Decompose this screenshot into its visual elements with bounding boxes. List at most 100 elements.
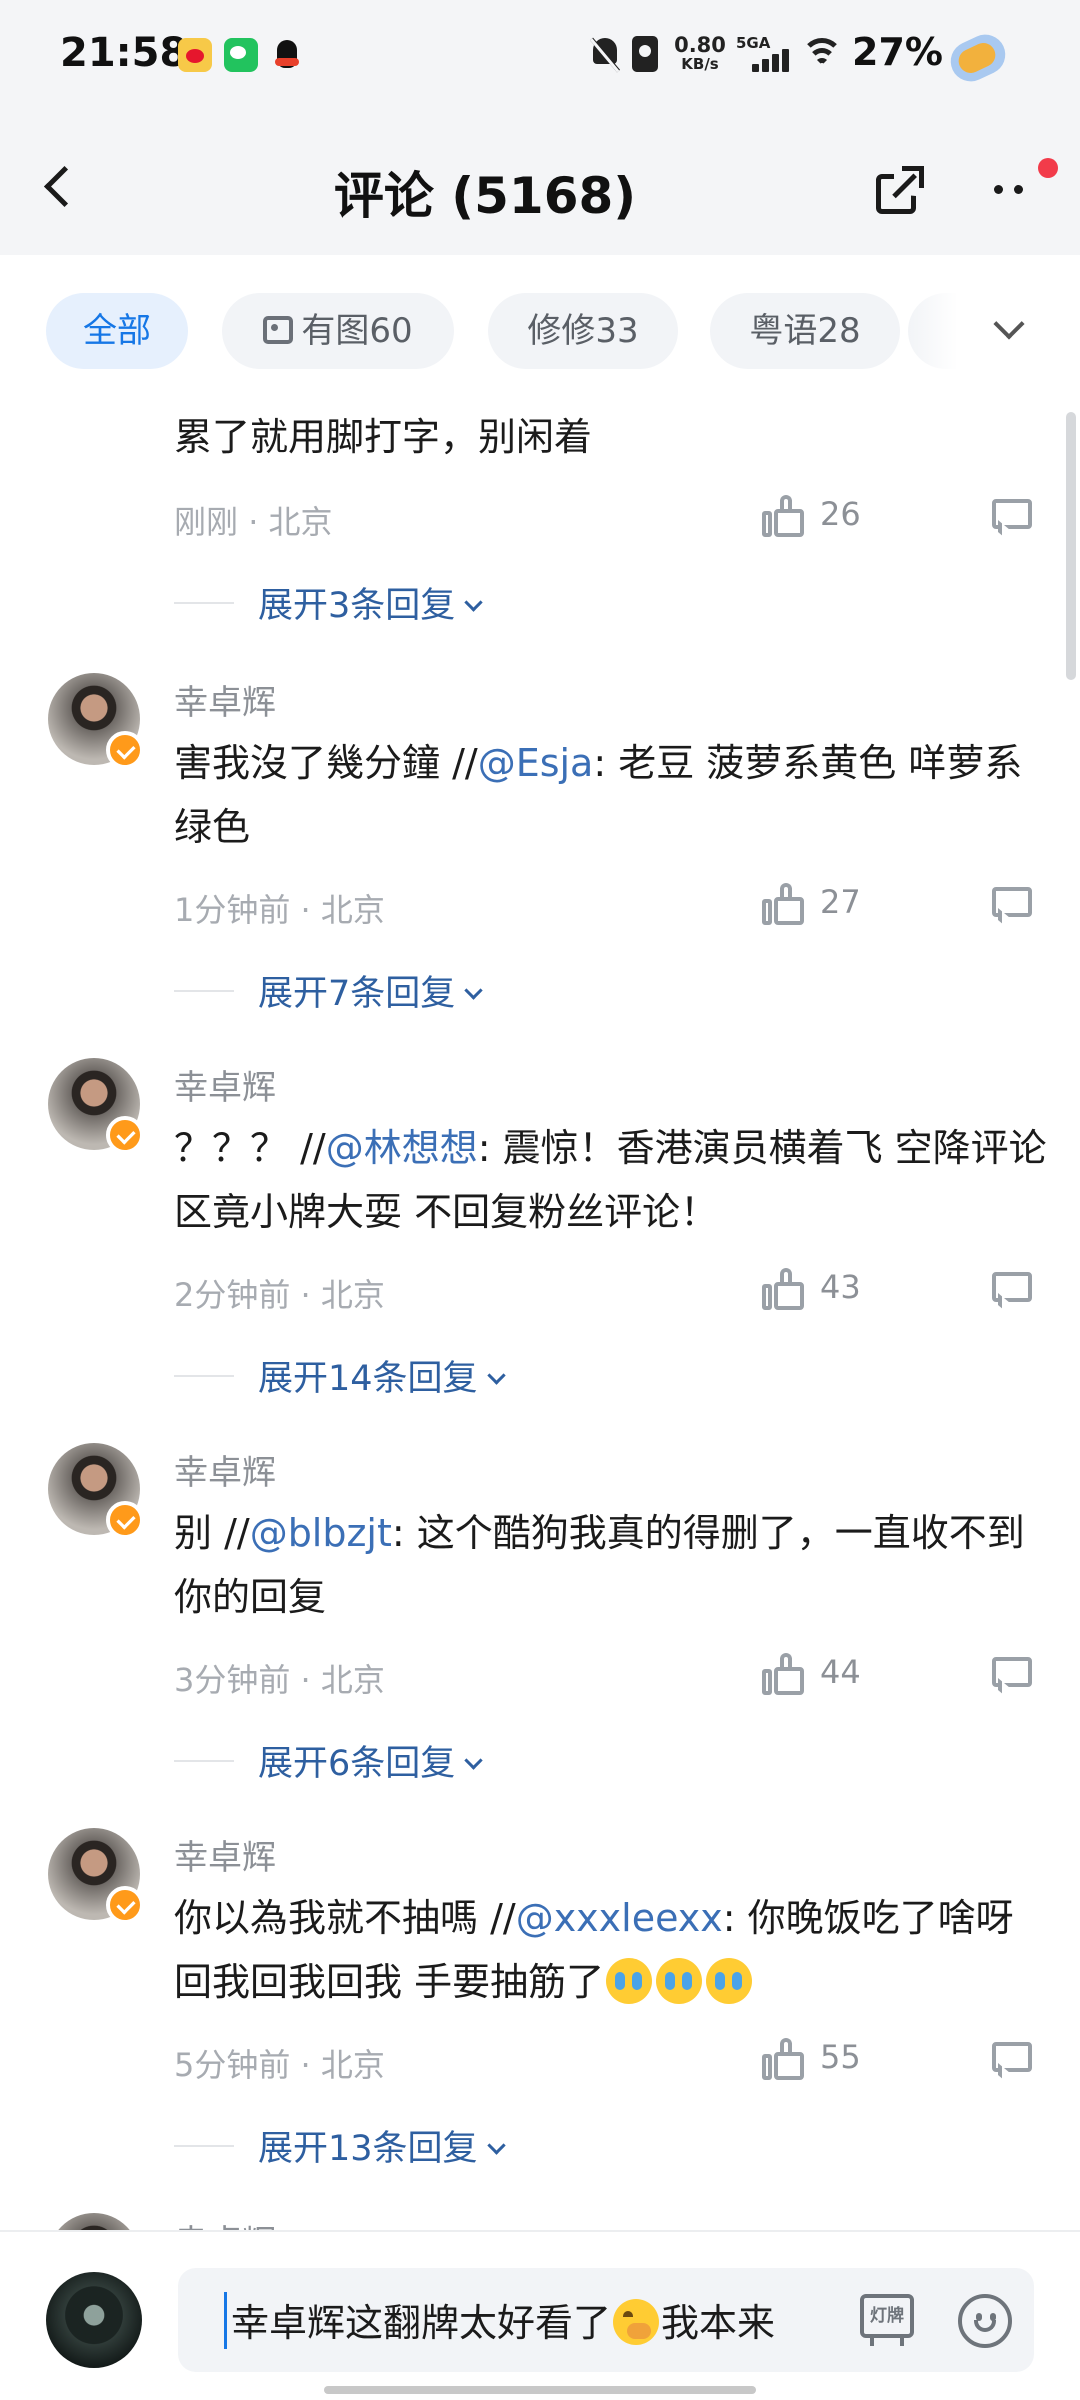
comment-text: 累了就用脚打字，别闲着 (174, 415, 593, 459)
emoji-button[interactable] (958, 2294, 1012, 2348)
verified-badge-icon (106, 1501, 144, 1539)
crying-emoji-icon (606, 1957, 653, 2004)
chevron-down-icon (486, 2136, 506, 2155)
comment-author[interactable]: 幸卓辉 (174, 2215, 276, 2230)
like-button[interactable]: 26 (762, 491, 902, 541)
net-speed: 0.80 KB/s (670, 34, 730, 72)
divider (174, 1760, 234, 1762)
thumbs-up-icon (762, 495, 804, 537)
filter-expand-button[interactable] (978, 305, 1038, 355)
comment-draft-text: 幸卓辉这翻牌太好看了 我本来 (224, 2292, 775, 2349)
thumbs-up-icon (762, 1653, 804, 1695)
comment-text: 你以為我就不抽嗎 //@xxxleexx: 你晚饭吃了啥呀 回我回我回我 手要抽… (174, 1896, 1014, 2004)
wechat-icon (224, 38, 258, 72)
reply-button[interactable] (990, 1268, 1036, 1316)
header: 评论 (5168) (0, 120, 1080, 255)
reply-button[interactable] (990, 1653, 1036, 1701)
thumbs-up-icon (762, 883, 804, 925)
comment-meta: 1分钟前 · 北京 (174, 891, 385, 929)
chevron-down-icon (464, 981, 483, 1000)
expand-replies-button[interactable]: 展开14条回复 (258, 1350, 506, 1401)
lamp-sign-icon: 灯牌 (860, 2294, 914, 2338)
comment-meta: 5分钟前 · 北京 (174, 2046, 385, 2084)
expand-replies-button[interactable]: 展开6条回复 (258, 1735, 483, 1786)
reply-button[interactable] (990, 883, 1036, 931)
divider (174, 602, 234, 604)
net-speed-value: 0.80 (674, 33, 726, 57)
verified-badge-icon (106, 731, 144, 769)
reply-button[interactable] (990, 495, 1036, 543)
weibo-icon (178, 38, 212, 72)
comment-text: 害我沒了幾分鐘 //@Esja: 老豆 菠萝系黄色 咩萝系绿色 (174, 741, 1023, 849)
status-bar: 21:58 0.80 KB/s 5GA 27% (0, 0, 1080, 120)
page-title: 评论 (5168) (333, 167, 637, 225)
comment-meta: 刚刚 · 北京 (174, 503, 333, 541)
expand-replies-button[interactable]: 展开13条回复 (258, 2120, 506, 2171)
comment-input[interactable]: 幸卓辉这翻牌太好看了 我本来 灯牌 (178, 2268, 1034, 2372)
mention-link[interactable]: @xxxleexx (516, 1896, 723, 1940)
share-button[interactable] (868, 160, 928, 220)
signal-icon: 5GA (736, 34, 796, 76)
home-indicator[interactable] (324, 2386, 756, 2394)
battery-sticker-icon (944, 26, 1012, 88)
battery-level: 27% (852, 30, 943, 74)
chevron-down-icon (464, 593, 483, 612)
status-time: 21:58 (60, 30, 188, 76)
avatar[interactable] (48, 673, 144, 769)
filter-overflow-chip[interactable] (908, 293, 958, 369)
sim-card-icon (632, 36, 658, 72)
comment-author[interactable]: 幸卓辉 (174, 1060, 276, 1109)
filter-cantonese[interactable]: 粤语28 (710, 293, 900, 369)
scrollbar[interactable] (1066, 412, 1076, 680)
lamp-sign-button[interactable]: 灯牌 (860, 2294, 914, 2346)
chevron-down-icon (464, 1751, 483, 1770)
net-speed-unit: KB/s (681, 55, 719, 73)
like-count: 43 (820, 1268, 861, 1306)
notification-dot (1038, 158, 1058, 178)
mute-icon (588, 36, 622, 73)
avatar[interactable] (48, 1828, 144, 1924)
divider (174, 1375, 234, 1377)
thumbs-up-icon (762, 1268, 804, 1310)
network-type: 5GA (736, 34, 771, 52)
filter-all[interactable]: 全部 (46, 293, 188, 369)
like-count: 26 (820, 495, 861, 533)
like-button[interactable]: 44 (762, 1649, 902, 1699)
more-button[interactable] (990, 158, 1058, 218)
avatar[interactable] (48, 1058, 144, 1154)
comment-author[interactable]: 幸卓辉 (174, 1445, 276, 1494)
divider (174, 2145, 234, 2147)
verified-badge-icon (106, 1886, 144, 1924)
thumbs-up-icon (762, 2038, 804, 2080)
comment-meta: 2分钟前 · 北京 (174, 1276, 385, 1314)
like-button[interactable]: 55 (762, 2034, 902, 2084)
wifi-icon (800, 38, 844, 74)
divider (174, 990, 234, 992)
my-avatar[interactable] (46, 2272, 142, 2368)
comment-composer: 幸卓辉这翻牌太好看了 我本来 灯牌 (0, 2230, 1080, 2400)
expand-replies-button[interactable]: 展开3条回复 (258, 577, 483, 628)
comment-author[interactable]: 幸卓辉 (174, 675, 276, 724)
comment-text: ？？？ //@林想想: 震惊！香港演员横着飞 空降评论区竟小牌大耍 不回复粉丝评… (174, 1126, 1047, 1234)
mention-link[interactable]: @Esja (478, 741, 594, 785)
comment-text: 别 //@blbzjt: 这个酷狗我真的得删了，一直收不到你的回复 (174, 1511, 1025, 1619)
comment-meta: 3分钟前 · 北京 (174, 1661, 385, 1699)
like-button[interactable]: 27 (762, 879, 902, 929)
image-icon (263, 315, 294, 344)
avatar[interactable] (48, 2213, 140, 2230)
comment-list: 累了就用脚打字，别闲着 刚刚 · 北京 26 展开3条回复 幸卓辉 害我沒了幾分… (0, 405, 1080, 2230)
filter-with-images[interactable]: 有图60 (222, 293, 454, 369)
like-button[interactable]: 43 (762, 1264, 902, 1314)
filter-with-images-label: 有图60 (301, 311, 413, 351)
mention-link[interactable]: @林想想 (326, 1126, 478, 1170)
mention-link[interactable]: @blbzjt (250, 1511, 392, 1555)
avatar[interactable] (48, 1443, 144, 1539)
crying-emoji-icon (656, 1957, 703, 2004)
hush-emoji-icon (613, 2298, 660, 2345)
expand-replies-button[interactable]: 展开7条回复 (258, 965, 483, 1016)
reply-button[interactable] (990, 2038, 1036, 2086)
comment-author[interactable]: 幸卓辉 (174, 1830, 276, 1879)
filter-xiuxiu[interactable]: 修修33 (488, 293, 678, 369)
verified-badge-icon (106, 1116, 144, 1154)
like-count: 27 (820, 883, 861, 921)
